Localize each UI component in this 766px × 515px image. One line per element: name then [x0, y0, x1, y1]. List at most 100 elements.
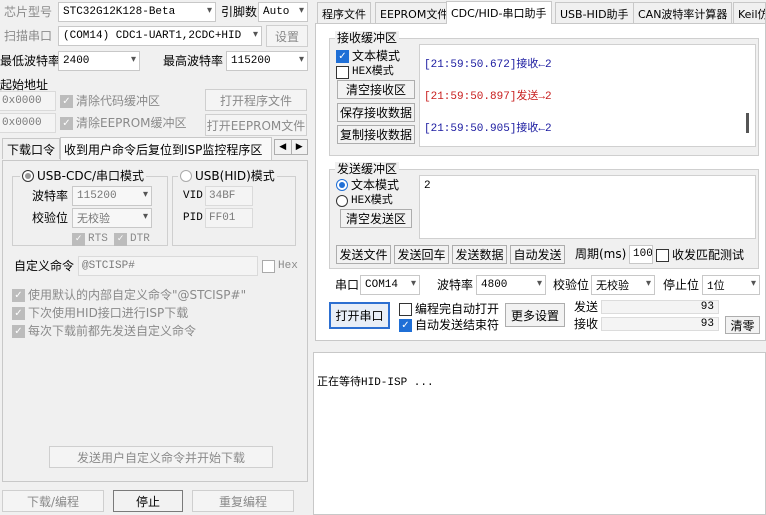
checkbox-icon	[399, 302, 412, 316]
scan-port-select[interactable]: (COM14) CDC1-UART1,2CDC+HID ▾	[58, 26, 262, 46]
chevron-right-icon[interactable]: ▶	[292, 140, 308, 154]
chevron-down-icon: ▾	[410, 278, 416, 289]
send-hex-mode-radio[interactable]: HEX模式	[336, 194, 393, 208]
scan-port-label[interactable]: 扫描串口	[4, 28, 52, 44]
chevron-down-icon: ▾	[142, 189, 148, 200]
send-text-mode-radio[interactable]: 文本模式	[336, 178, 399, 192]
check-icon: ✓	[12, 288, 25, 302]
auto-send-button[interactable]: 自动发送	[510, 245, 565, 264]
usb-cdc-mode-radio[interactable]: USB-CDC/串口模式	[20, 169, 147, 183]
tab-usb-hid-assistant[interactable]: USB-HID助手	[555, 2, 634, 24]
checkbox-icon	[336, 65, 349, 79]
clear-receive-button[interactable]: 清空接收区	[337, 80, 415, 99]
right-panel: 程序文件 EEPROM文件 CDC/HID-串口助手 USB-HID助手 CAN…	[313, 0, 766, 515]
match-test-checkbox[interactable]: 收发匹配测试	[656, 248, 744, 262]
port-label: 串口	[335, 278, 360, 292]
receive-buffer-title: 接收缓冲区	[335, 31, 400, 45]
send-data-button[interactable]: 发送数据	[452, 245, 507, 264]
parity-label: 校验位	[32, 211, 69, 225]
clear-code-checkbox[interactable]: ✓ 清除代码缓冲区	[60, 94, 160, 108]
eeprom-address-input[interactable]: 0x0000	[0, 113, 56, 133]
port-baud-select[interactable]: 4800 ▾	[476, 275, 546, 295]
use-default-command-checkbox[interactable]: ✓ 使用默认的内部自定义命令"@STCISP#"	[12, 288, 246, 302]
left-panel: 芯片型号 STC32G12K128-Beta ▾ 引脚数 Auto ▾ 扫描串口 (…	[0, 0, 311, 515]
open-eeprom-button[interactable]: 打开EEPROM文件	[205, 114, 307, 136]
tab-download-password[interactable]: 下载口令	[2, 138, 60, 159]
chevron-down-icon: ▾	[536, 278, 542, 289]
chevron-down-icon: ▾	[252, 29, 258, 40]
custom-command-label: 自定义命令	[14, 259, 75, 273]
vid-input[interactable]: 34BF	[205, 186, 253, 206]
check-icon: ✓	[60, 116, 73, 130]
tab-eeprom-file[interactable]: EEPROM文件	[375, 2, 454, 24]
chip-select[interactable]: STC32G12K128-Beta ▾	[58, 2, 216, 22]
clear-count-button[interactable]: 清零	[725, 316, 760, 334]
baud-select[interactable]: 115200 ▾	[72, 186, 152, 206]
open-port-button[interactable]: 打开串口	[329, 302, 390, 329]
min-baud-select[interactable]: 2400 ▾	[58, 51, 140, 71]
stop-bits-select[interactable]: 1位 ▾	[702, 275, 760, 295]
tab-program-file[interactable]: 程序文件	[317, 2, 371, 24]
usb-hid-mode-radio[interactable]: USB(HID)模式	[178, 169, 277, 183]
open-program-button[interactable]: 打开程序文件	[205, 89, 307, 111]
send-text-area[interactable]: 2	[419, 175, 756, 239]
send-return-button[interactable]: 发送回车	[394, 245, 449, 264]
clear-send-button[interactable]: 清空发送区	[340, 209, 412, 228]
port-select[interactable]: COM14 ▾	[360, 275, 420, 295]
reprogram-button[interactable]: 重复编程	[192, 490, 294, 512]
tab-cdc-hid-assistant[interactable]: CDC/HID-串口助手	[446, 1, 552, 24]
copy-receive-data-button[interactable]: 复制接收数据	[337, 125, 415, 144]
recv-text-mode-checkbox[interactable]: ✓ 文本模式	[336, 49, 400, 63]
parity-select[interactable]: 无校验 ▾	[72, 208, 152, 228]
chevron-down-icon: ▾	[750, 278, 756, 289]
clear-eeprom-checkbox[interactable]: ✓ 清除EEPROM缓冲区	[60, 116, 187, 130]
pid-input[interactable]: FF01	[205, 208, 253, 228]
chevron-left-icon[interactable]: ◀	[275, 140, 292, 154]
status-output: 正在等待HID-ISP ...	[313, 352, 766, 515]
port-parity-select[interactable]: 无校验 ▾	[591, 275, 655, 295]
tab-can-baud-calculator[interactable]: CAN波特率计算器	[633, 2, 733, 24]
sent-count-label: 发送	[574, 300, 599, 314]
chevron-down-icon: ▾	[298, 5, 304, 16]
dtr-checkbox[interactable]: ✓ DTR	[114, 232, 150, 246]
period-input[interactable]: 100	[629, 245, 653, 264]
next-hid-download-checkbox[interactable]: ✓ 下次使用HID接口进行ISP下载	[12, 306, 188, 320]
recv-hex-mode-checkbox[interactable]: HEX模式	[336, 65, 394, 79]
checkbox-icon	[656, 248, 669, 262]
pid-label: PID	[183, 212, 203, 224]
auto-send-terminator-checkbox[interactable]: ✓ 自动发送结束符	[399, 318, 499, 332]
settings-button[interactable]: 设置	[266, 25, 308, 47]
received-count-label: 接收	[574, 317, 599, 331]
auto-open-after-program-checkbox[interactable]: 编程完自动打开	[399, 302, 499, 316]
custom-command-input[interactable]: @STCISP#	[78, 256, 258, 276]
receive-log-line: [21:59:50.672]接收←2	[424, 59, 552, 71]
tab-scroller[interactable]: ◀ ▶	[274, 139, 308, 155]
receive-log-line: [21:59:50.897]发送→2	[424, 91, 552, 103]
code-address-input[interactable]: 0x0000	[0, 91, 56, 111]
status-waiting-text: 正在等待HID-ISP ...	[317, 377, 434, 389]
more-settings-button[interactable]: 更多设置	[505, 303, 565, 327]
send-command-start-download-button[interactable]: 发送用户自定义命令并开始下载	[49, 446, 273, 468]
stop-button[interactable]: 停止	[113, 490, 183, 512]
send-file-button[interactable]: 发送文件	[336, 245, 391, 264]
rts-checkbox[interactable]: ✓ RTS	[72, 232, 108, 246]
save-receive-data-button[interactable]: 保存接收数据	[337, 103, 415, 122]
received-count-value: 93	[601, 317, 719, 331]
scrollbar-thumb[interactable]	[746, 113, 749, 133]
tab-reset-to-isp[interactable]: 收到用户命令后复位到ISP监控程序区	[60, 137, 272, 160]
max-baud-select[interactable]: 115200 ▾	[226, 51, 308, 71]
port-baud-label: 波特率	[437, 278, 474, 292]
check-icon: ✓	[336, 49, 349, 63]
vid-label: VID	[183, 190, 203, 202]
send-before-download-checkbox[interactable]: ✓ 每次下载前都先发送自定义命令	[12, 324, 196, 338]
check-icon: ✓	[72, 232, 85, 246]
port-parity-label: 校验位	[553, 278, 590, 292]
tab-keil[interactable]: Keil仿	[733, 2, 766, 24]
pin-select[interactable]: Auto ▾	[258, 2, 308, 22]
pin-label: 引脚数	[221, 5, 258, 19]
download-program-button[interactable]: 下载/编程	[2, 490, 104, 512]
receive-text-area[interactable]: [21:59:50.672]接收←2 [21:59:50.897]发送→2 [2…	[419, 44, 756, 147]
hex-checkbox[interactable]: Hex	[262, 259, 298, 273]
check-icon: ✓	[399, 318, 412, 332]
baud-label: 波特率	[32, 189, 69, 203]
